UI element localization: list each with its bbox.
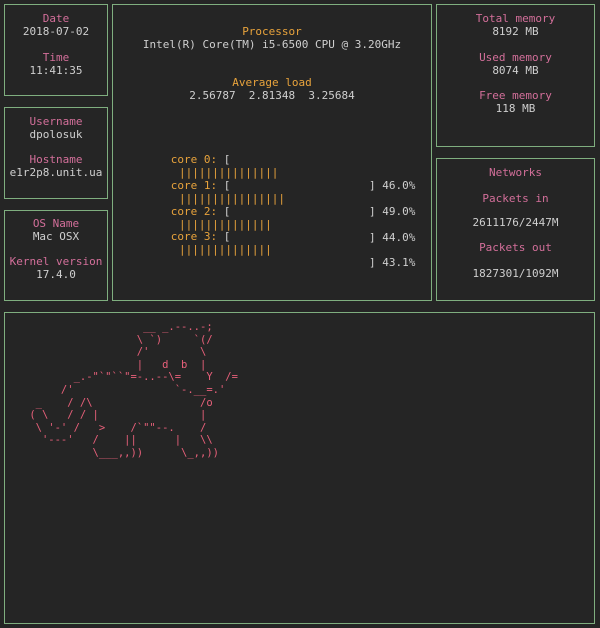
os-panel: OS Name Mac OSX Kernel version 17.4.0 [4, 210, 108, 301]
average-load-values: 2.56787 2.81348 3.25684 [189, 89, 355, 102]
time-value: 11:41:35 [29, 64, 83, 77]
username-value: dpolosuk [29, 128, 83, 141]
username-label: Username [29, 115, 83, 128]
kernel-value: 17.4.0 [36, 268, 76, 281]
free-memory-value: 118 MB [495, 102, 536, 115]
core-usage-end: ] 43.1% [369, 256, 416, 269]
core-usage-bar: |||||||||||||| [179, 243, 272, 256]
used-memory-label: Used memory [479, 51, 552, 64]
core-label: core 0: [170, 153, 218, 166]
memory-panel: Total memory 8192 MB Used memory 8074 MB… [436, 4, 595, 147]
time-label: Time [42, 51, 70, 64]
core-bracket-open: [ [217, 230, 231, 243]
network-panel: Networks Packets in 2611176/2447M Packet… [436, 158, 595, 301]
total-memory-label: Total memory [475, 12, 556, 25]
used-memory-value: 8074 MB [492, 64, 539, 77]
packets-in-value: 2611176/2447M [472, 216, 559, 229]
core-label: core 1: [170, 179, 218, 192]
core-usage-row: core 3: [ |||||||||||||| ] 43.1% [131, 217, 416, 282]
packets-out-label: Packets out [479, 241, 552, 254]
ascii-art-panel: __ _.--..-; \ `) `(/ /' \ | d b | _.-"`"… [4, 312, 595, 624]
free-memory-label: Free memory [479, 89, 552, 102]
core-percent: 43.1% [382, 256, 416, 269]
ascii-cat-art: __ _.--..-; \ `) `(/ /' \ | d b | _.-"`"… [29, 321, 238, 459]
processor-panel: Processor Intel(R) Core(TM) i5-6500 CPU … [112, 4, 432, 301]
kernel-label: Kernel version [9, 255, 103, 268]
date-value: 2018-07-02 [22, 25, 90, 38]
core-bracket-open: [ [217, 179, 231, 192]
os-name-label: OS Name [32, 217, 80, 230]
core-label: core 3: [170, 230, 218, 243]
processor-model: Intel(R) Core(TM) i5-6500 CPU @ 3.20GHz [142, 38, 402, 51]
packets-out-value: 1827301/1092M [472, 267, 559, 280]
user-panel: Username dpolosuk Hostname e1r2p8.unit.u… [4, 107, 108, 199]
datetime-panel: Date 2018-07-02 Time 11:41:35 [4, 4, 108, 96]
hostname-label: Hostname [29, 153, 83, 166]
os-name-value: Mac OSX [32, 230, 80, 243]
date-label: Date [42, 12, 70, 25]
processor-label: Processor [242, 25, 302, 38]
hostname-value: e1r2p8.unit.ua [9, 166, 103, 179]
total-memory-value: 8192 MB [492, 25, 539, 38]
core-bracket-open: [ [217, 153, 231, 166]
average-load-label: Average load [232, 76, 312, 89]
packets-in-label: Packets in [482, 192, 549, 205]
networks-title: Networks [489, 166, 542, 179]
